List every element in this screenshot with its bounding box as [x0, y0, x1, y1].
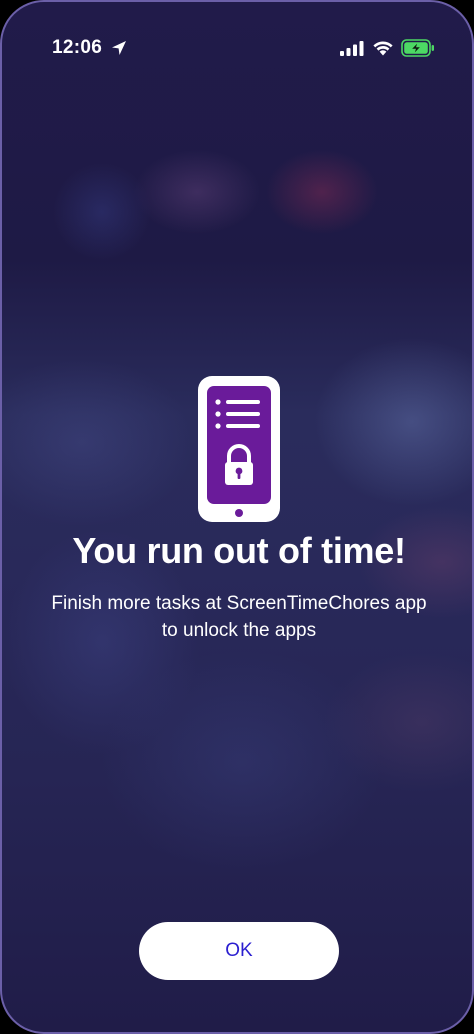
- wifi-icon: [373, 41, 393, 56]
- location-arrow-icon: [112, 41, 126, 55]
- status-time: 12:06: [52, 37, 103, 58]
- battery-charging-icon: [401, 39, 434, 57]
- cellular-signal-icon: [340, 41, 364, 56]
- message-line-1: Finish more tasks at ScreenTimeChores ap…: [51, 593, 427, 614]
- out-of-time-title: You run out of time!: [72, 530, 406, 571]
- screen-time-shield-screen: 12:06 You run out of time! Finish more t…: [0, 0, 474, 1034]
- out-of-time-message: Finish more tasks at ScreenTimeChores ap…: [22, 590, 456, 644]
- message-line-2: to unlock the apps: [161, 620, 317, 641]
- status-bar: 12:06: [2, 2, 472, 82]
- ok-button[interactable]: OK: [139, 922, 339, 980]
- locked-phone-icon: [198, 376, 280, 522]
